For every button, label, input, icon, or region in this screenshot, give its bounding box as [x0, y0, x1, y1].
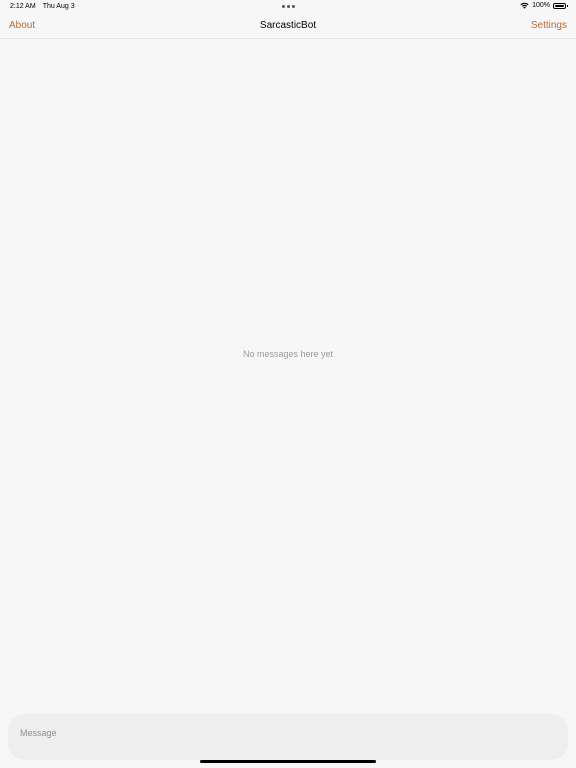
status-time: 2:12 AM	[10, 3, 36, 10]
app-screen: 2:12 AM Thu Aug 3 100% About SarcasticBo…	[0, 0, 576, 768]
battery-fill	[555, 4, 564, 7]
home-indicator[interactable]	[200, 760, 376, 763]
battery-icon	[553, 2, 568, 9]
status-date: Thu Aug 3	[42, 3, 75, 10]
status-left: 2:12 AM Thu Aug 3	[10, 3, 75, 10]
wifi-icon	[520, 2, 529, 9]
multitasking-dots-icon[interactable]	[282, 5, 295, 8]
message-composer[interactable]	[8, 714, 568, 760]
empty-chat-message: No messages here yet	[242, 349, 334, 359]
status-right: 100%	[520, 2, 568, 9]
page-title: SarcasticBot	[259, 20, 317, 31]
dot	[282, 5, 285, 8]
battery-percent: 100%	[532, 2, 550, 9]
navigation-bar: About SarcasticBot Settings	[0, 14, 576, 39]
settings-button[interactable]: Settings	[531, 20, 567, 31]
dot	[292, 5, 295, 8]
status-bar: 2:12 AM Thu Aug 3 100%	[0, 0, 576, 14]
message-input[interactable]	[20, 726, 540, 740]
dot	[287, 5, 290, 8]
